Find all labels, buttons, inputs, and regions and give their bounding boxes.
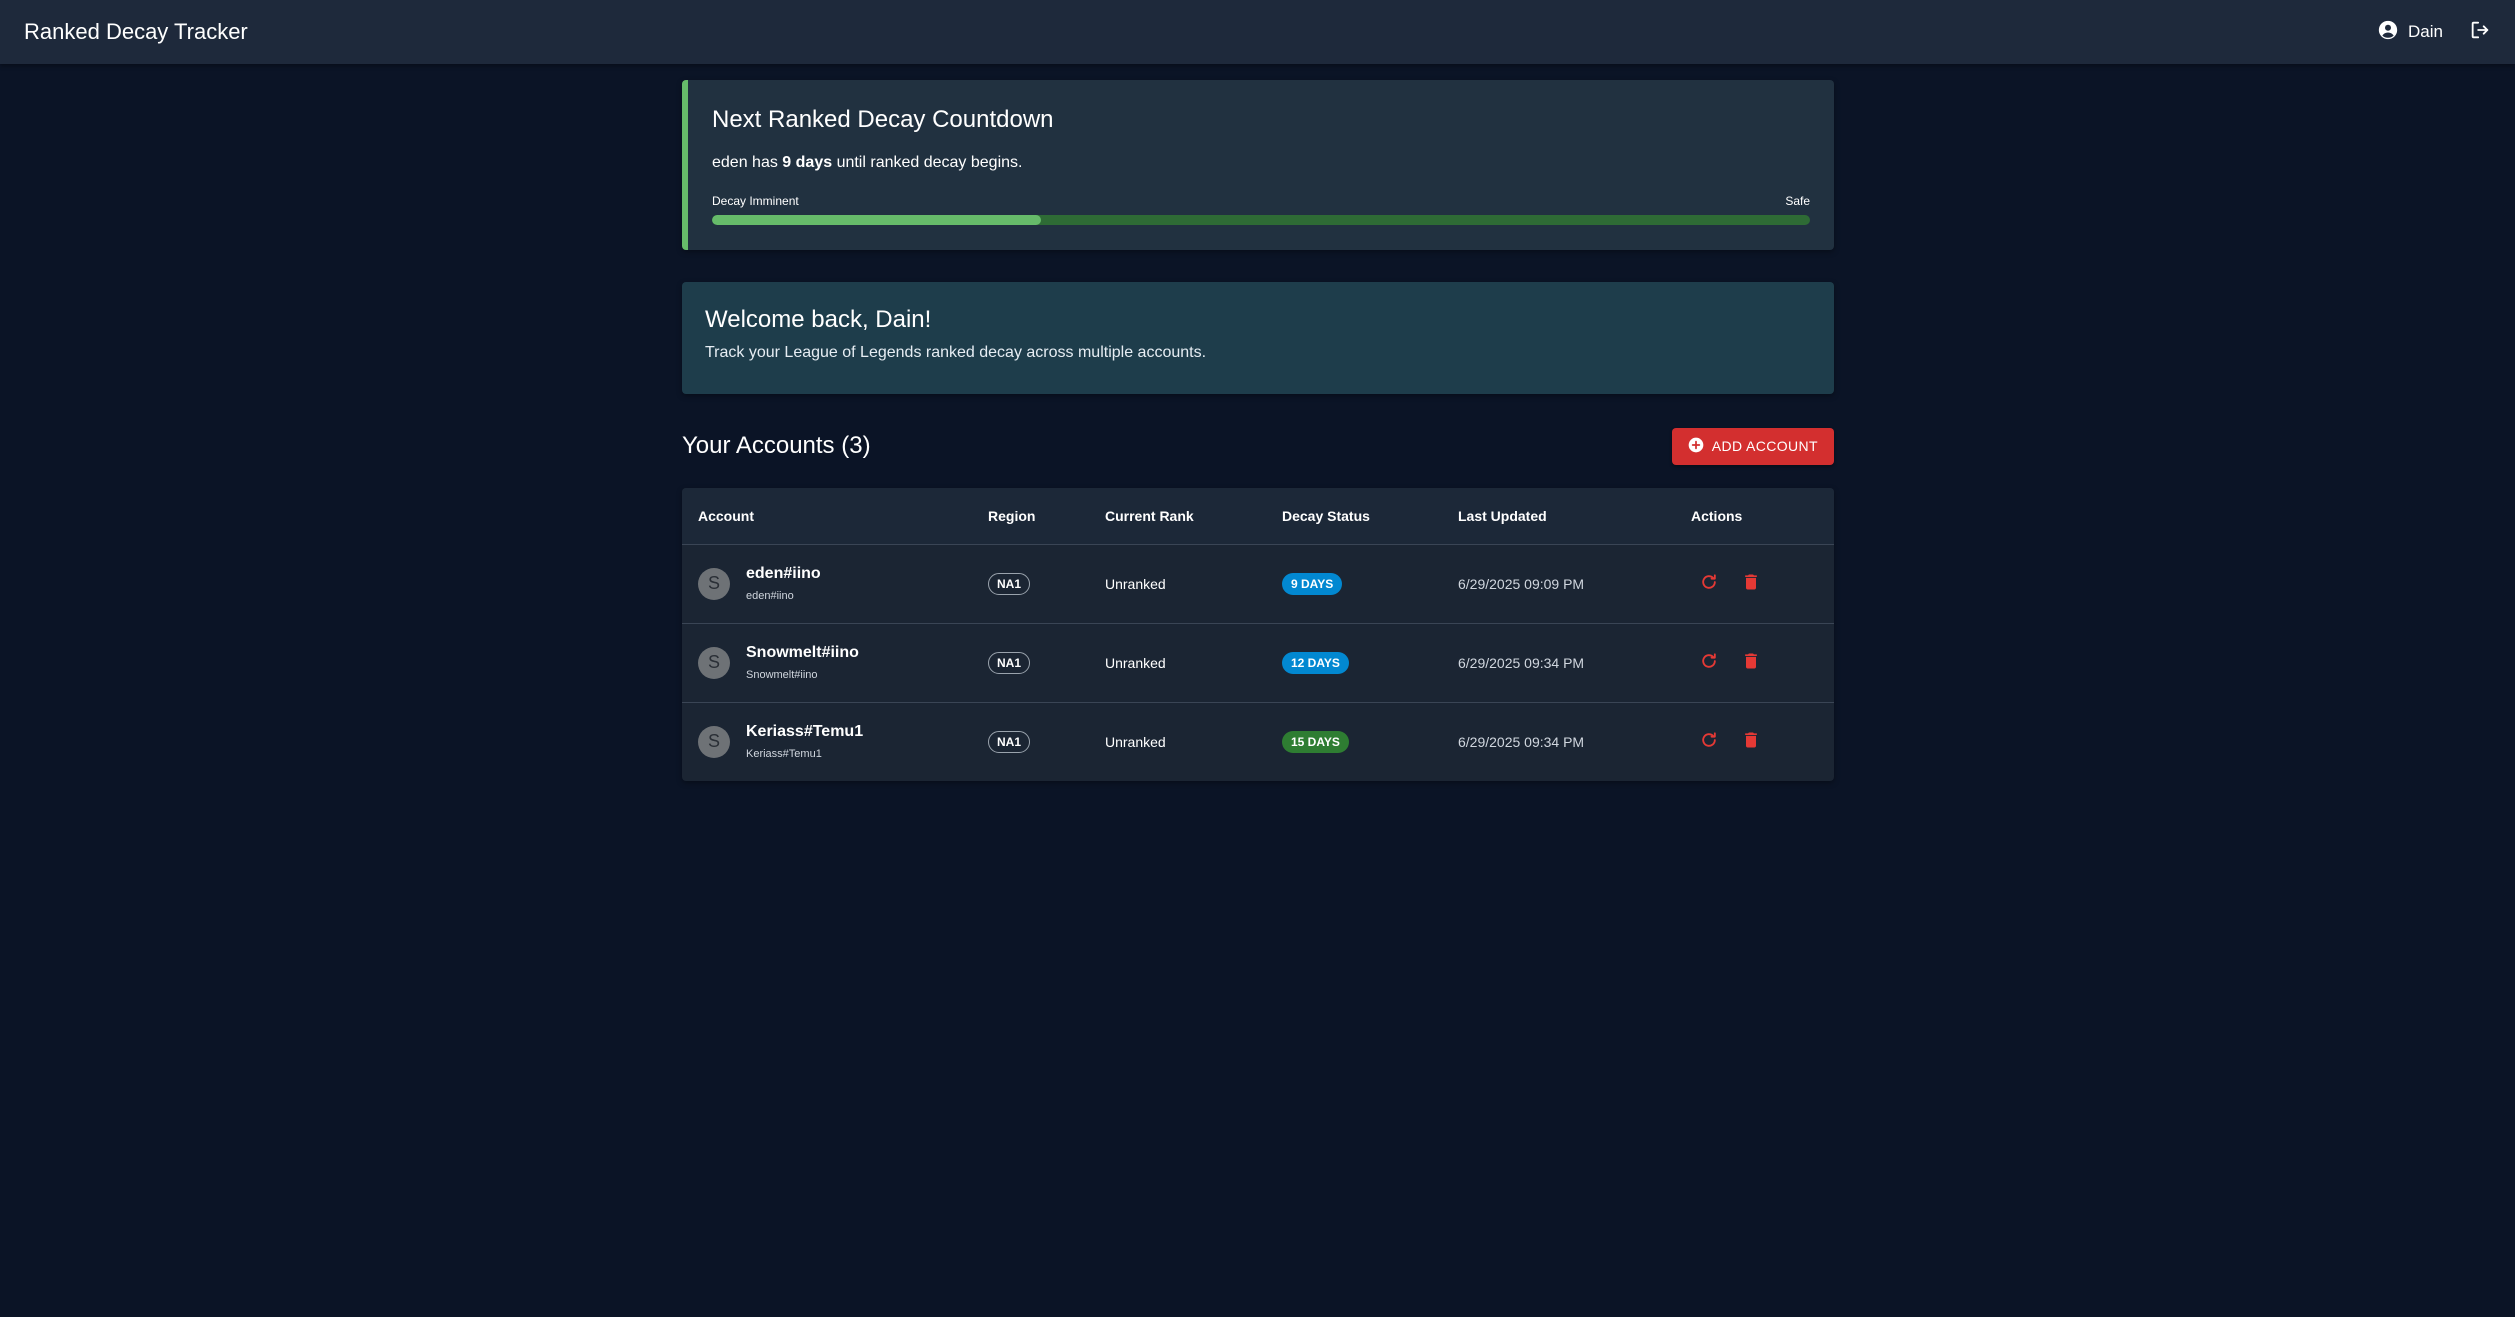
column-header-updated: Last Updated	[1442, 488, 1675, 545]
cell-rank: Unranked	[1089, 623, 1266, 703]
account-riot-id: Keriass#Temu1	[746, 748, 822, 761]
region-chip: NA1	[988, 730, 1031, 753]
table-row: S Keriass#Temu1 Keriass#Temu1 NA1 Unrank…	[682, 702, 1834, 781]
topbar-actions: Dain	[2378, 19, 2491, 46]
label-safe: Safe	[1785, 194, 1810, 208]
countdown-text-before: has	[752, 154, 778, 171]
logout-button[interactable]	[2469, 19, 2491, 46]
top-app-bar: Ranked Decay Tracker Dain	[0, 0, 2515, 64]
cell-decay: 15 DAYS	[1266, 702, 1442, 781]
add-circle-icon	[1688, 437, 1704, 456]
column-header-decay: Decay Status	[1266, 488, 1442, 545]
app-title: Ranked Decay Tracker	[24, 19, 248, 44]
accounts-header: Your Accounts (3) ADD ACCOUNT	[682, 426, 1834, 466]
welcome-subtitle: Track your League of Legends ranked deca…	[705, 344, 1207, 361]
user-menu[interactable]: Dain	[2378, 20, 2443, 45]
cell-account: S Snowmelt#iino Snowmelt#iino	[682, 623, 972, 703]
countdown-text-after: until ranked decay begins.	[836, 154, 1023, 171]
region-chip: NA1	[988, 651, 1031, 674]
refresh-button[interactable]	[1699, 730, 1719, 753]
decay-status-chip: 9 DAYS	[1282, 572, 1343, 595]
add-account-button[interactable]: ADD ACCOUNT	[1671, 427, 1834, 465]
welcome-title: Welcome back, Dain!	[705, 306, 932, 333]
account-name: Keriass#Temu1	[746, 723, 864, 741]
progress-labels: Decay Imminent Safe	[712, 194, 1810, 208]
cell-last-updated: 6/29/2025 09:34 PM	[1442, 623, 1675, 703]
account-riot-id: eden#iino	[746, 590, 794, 602]
countdown-message: eden has 9 days until ranked decay begin…	[712, 154, 1810, 172]
account-name: eden#iino	[746, 565, 821, 582]
accounts-table: Account Region Current Rank Decay Status…	[682, 488, 1834, 781]
countdown-days: 9 days	[782, 154, 833, 171]
avatar: S	[698, 646, 730, 679]
trash-icon	[1741, 572, 1761, 595]
refresh-icon	[1699, 651, 1719, 674]
user-name: Dain	[2408, 22, 2443, 41]
cell-region: NA1	[972, 544, 1089, 624]
accounts-title: Your Accounts (3)	[682, 432, 871, 459]
refresh-button[interactable]	[1699, 651, 1719, 674]
main-content: Next Ranked Decay Countdown eden has 9 d…	[682, 80, 1834, 781]
cell-decay: 9 DAYS	[1266, 544, 1442, 624]
decay-progress-bar	[712, 215, 1810, 225]
account-riot-id: Snowmelt#iino	[746, 669, 818, 681]
account-circle-icon	[2378, 20, 2398, 45]
decay-status-chip: 15 DAYS	[1282, 730, 1349, 753]
decay-status-chip: 12 DAYS	[1282, 651, 1349, 674]
cell-decay: 12 DAYS	[1266, 623, 1442, 703]
cell-actions	[1675, 544, 1834, 624]
cell-rank: Unranked	[1089, 544, 1266, 624]
delete-button[interactable]	[1741, 651, 1761, 674]
refresh-button[interactable]	[1699, 572, 1719, 595]
column-header-account: Account	[682, 488, 972, 545]
trash-icon	[1741, 730, 1761, 753]
cell-region: NA1	[972, 623, 1089, 703]
table-row: S eden#iino eden#iino NA1 Unranked 9 DAY…	[682, 544, 1834, 624]
countdown-title: Next Ranked Decay Countdown	[712, 106, 1054, 133]
decay-progress-fill	[712, 215, 1042, 225]
refresh-icon	[1699, 730, 1719, 753]
cell-account: S eden#iino eden#iino	[682, 544, 972, 624]
label-decay-imminent: Decay Imminent	[712, 194, 799, 208]
cell-last-updated: 6/29/2025 09:09 PM	[1442, 544, 1675, 624]
add-account-label: ADD ACCOUNT	[1711, 438, 1818, 454]
column-header-actions: Actions	[1675, 488, 1834, 545]
account-name: Snowmelt#iino	[746, 644, 859, 661]
refresh-icon	[1699, 572, 1719, 595]
avatar: S	[698, 725, 730, 758]
delete-button[interactable]	[1741, 730, 1761, 753]
welcome-card: Welcome back, Dain! Track your League of…	[682, 282, 1834, 394]
cell-last-updated: 6/29/2025 09:34 PM	[1458, 733, 1585, 750]
cell-rank: Unranked	[1105, 733, 1166, 750]
trash-icon	[1741, 651, 1761, 674]
column-header-region: Region	[972, 488, 1089, 545]
table-header-row: Account Region Current Rank Decay Status…	[682, 488, 1834, 545]
cell-account: S Keriass#Temu1 Keriass#Temu1	[682, 702, 972, 781]
logout-icon	[2469, 19, 2491, 46]
decay-countdown-card: Next Ranked Decay Countdown eden has 9 d…	[682, 80, 1834, 250]
countdown-account: eden	[712, 154, 748, 171]
cell-actions	[1675, 623, 1834, 703]
column-header-rank: Current Rank	[1089, 488, 1266, 545]
table-row: S Snowmelt#iino Snowmelt#iino NA1 Unrank…	[682, 623, 1834, 703]
cell-region: NA1	[972, 702, 1089, 781]
region-chip: NA1	[988, 572, 1031, 595]
avatar: S	[698, 567, 730, 600]
delete-button[interactable]	[1741, 572, 1761, 595]
cell-actions	[1675, 702, 1834, 781]
